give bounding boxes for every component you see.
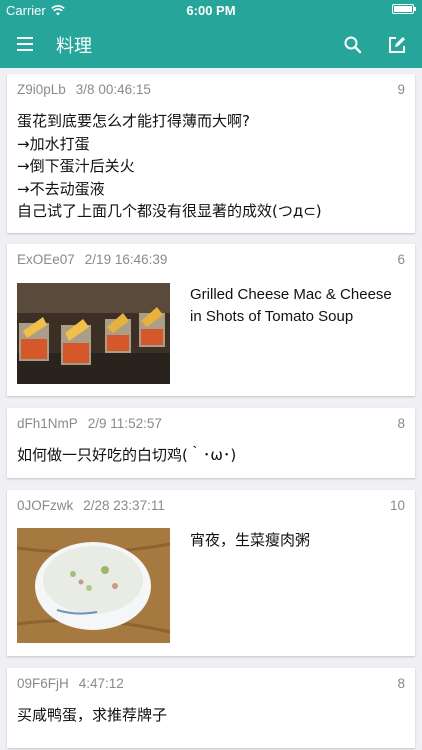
page-title: 料理 <box>56 36 92 56</box>
status-time: 6:00 PM <box>186 3 236 18</box>
post-text: 买咸鸭蛋，求推荐牌子 <box>17 706 168 724</box>
post-date: 2/19 16:46:39 <box>84 252 168 267</box>
toolbar: 料理 <box>0 20 422 68</box>
reply-count: 8 <box>397 416 405 431</box>
post-meta: ExOEe07 2/19 16:46:39 <box>17 252 167 267</box>
post-image[interactable] <box>17 283 170 384</box>
post-date: 2/9 11:52:57 <box>87 416 162 431</box>
food-photo <box>17 283 170 384</box>
reply-count: 10 <box>389 498 405 513</box>
post-meta: 0JOFzwk 2/28 23:37:11 <box>17 498 165 513</box>
post-text: 宵夜，生菜瘦肉粥 <box>190 532 311 549</box>
post-line: →不去动蛋液 <box>17 179 105 198</box>
user-id: dFh1NmP <box>17 416 78 431</box>
compose-icon <box>389 37 405 53</box>
search-icon <box>344 36 362 54</box>
post-line: →加水打蛋 <box>17 134 90 153</box>
food-photo <box>17 528 170 643</box>
reply-count: 6 <box>397 252 405 267</box>
reply-count: 8 <box>397 676 405 691</box>
post-image[interactable] <box>17 528 170 643</box>
post-line: 自己试了上面几个都没有很显著的成效(つд⊂) <box>17 202 322 220</box>
post-line: 蛋花到底要怎么才能打得薄而大啊? <box>17 112 250 130</box>
post-card[interactable]: Z9i0pLb 3/8 00:46:15 9 蛋花到底要怎么才能打得薄而大啊? →… <box>7 74 415 233</box>
post-card[interactable]: 09F6FjH 4:47:12 8 买咸鸭蛋，求推荐牌子 <box>7 668 415 748</box>
user-id: Z9i0pLb <box>17 82 66 97</box>
post-text: 蛋花到底要怎么才能打得薄而大啊? →加水打蛋 →倒下蛋汁后关火 →不去动蛋液 自… <box>17 110 401 223</box>
post-date: 2/28 23:37:11 <box>83 498 165 513</box>
post-card[interactable]: 0JOFzwk 2/28 23:37:11 10 宵夜，生菜瘦肉粥 <box>7 490 415 656</box>
app-header: Carrier 6:00 PM 料理 <box>0 0 422 68</box>
post-meta: 09F6FjH 4:47:12 <box>17 676 124 691</box>
search-button[interactable] <box>340 32 366 58</box>
post-card[interactable]: dFh1NmP 2/9 11:52:57 8 如何做一只好吃的白切鸡(｀･ω･) <box>7 408 415 478</box>
compose-button[interactable] <box>384 32 410 58</box>
post-card[interactable]: ExOEe07 2/19 16:46:39 6 Grilled Cheese M… <box>7 244 415 396</box>
menu-button[interactable] <box>12 32 38 56</box>
status-bar: Carrier 6:00 PM <box>0 0 422 20</box>
post-meta: Z9i0pLb 3/8 00:46:15 <box>17 82 151 97</box>
post-meta: dFh1NmP 2/9 11:52:57 <box>17 416 162 431</box>
post-date: 3/8 00:46:15 <box>75 82 151 97</box>
post-text: 如何做一只好吃的白切鸡(｀･ω･) <box>17 446 237 464</box>
post-text: Grilled Cheese Mac & Cheese in Shots of … <box>190 286 392 325</box>
reply-count: 9 <box>397 82 405 97</box>
post-date: 4:47:12 <box>78 676 124 691</box>
user-id: 09F6FjH <box>17 676 69 691</box>
user-id: 0JOFzwk <box>17 498 74 513</box>
post-line: →倒下蛋汁后关火 <box>17 157 135 175</box>
user-id: ExOEe07 <box>17 252 75 267</box>
battery-icon <box>392 4 416 14</box>
